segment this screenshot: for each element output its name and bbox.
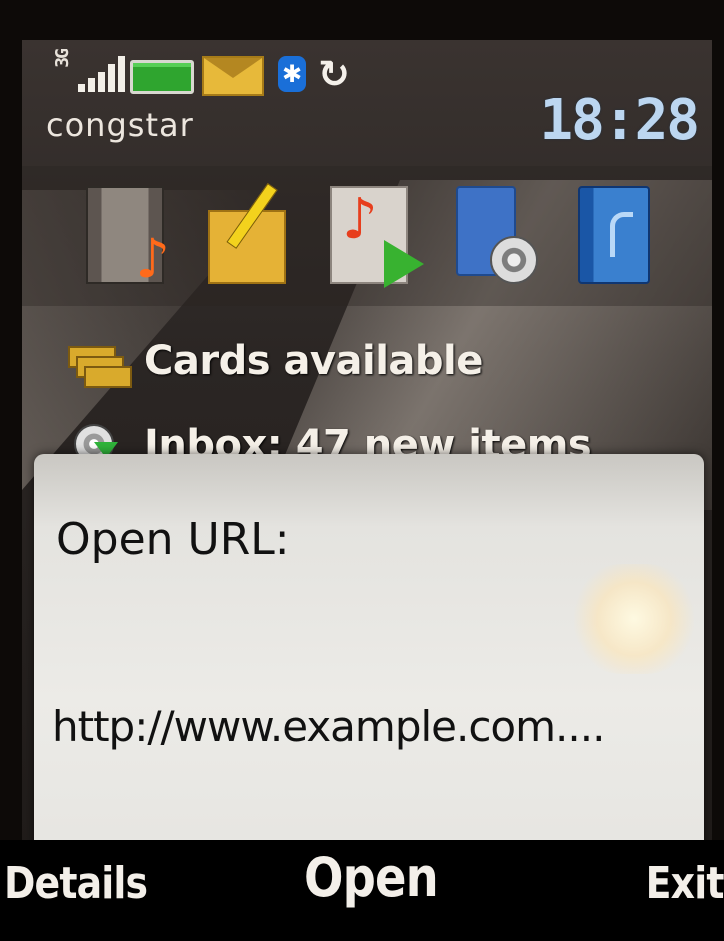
notification-label: Cards available — [144, 338, 483, 384]
shortcut-bar: ♪ ♪ — [22, 166, 712, 306]
status-bar: 3G ✱ ↻ — [46, 46, 706, 96]
signal-strength-icon — [78, 56, 132, 92]
exit-softkey[interactable]: Exit — [646, 858, 724, 909]
dialog-url: http://www.example.com.... — [52, 702, 605, 751]
write-message-icon[interactable] — [208, 183, 286, 284]
open-softkey[interactable]: Open — [304, 846, 439, 909]
clock: 18:28 — [539, 88, 700, 153]
cards-icon — [68, 346, 132, 388]
screen-glare — [574, 564, 694, 674]
phone-screen: 3G ✱ ↻ congstar 18:28 ♪ ♪ Cards availabl… — [22, 40, 712, 941]
sync-icon: ↻ — [318, 52, 350, 96]
message-envelope-icon — [202, 56, 264, 96]
contacts-book-icon[interactable] — [578, 186, 656, 284]
battery-icon — [130, 60, 194, 94]
dialog-title: Open URL: — [56, 514, 290, 565]
bluetooth-icon: ✱ — [278, 56, 306, 92]
softkey-bar: Details Open Exit — [0, 840, 724, 941]
open-url-dialog: Open URL: http://www.example.com.... — [34, 454, 704, 862]
operator-name: congstar — [46, 106, 194, 144]
network-type-label: 3G — [52, 50, 73, 68]
music-player-icon[interactable]: ♪ — [330, 186, 424, 288]
details-softkey[interactable]: Details — [4, 858, 148, 909]
video-music-icon[interactable]: ♪ — [86, 186, 170, 286]
media-device-icon[interactable] — [456, 186, 538, 284]
notification-cards[interactable]: Cards available — [22, 332, 712, 396]
